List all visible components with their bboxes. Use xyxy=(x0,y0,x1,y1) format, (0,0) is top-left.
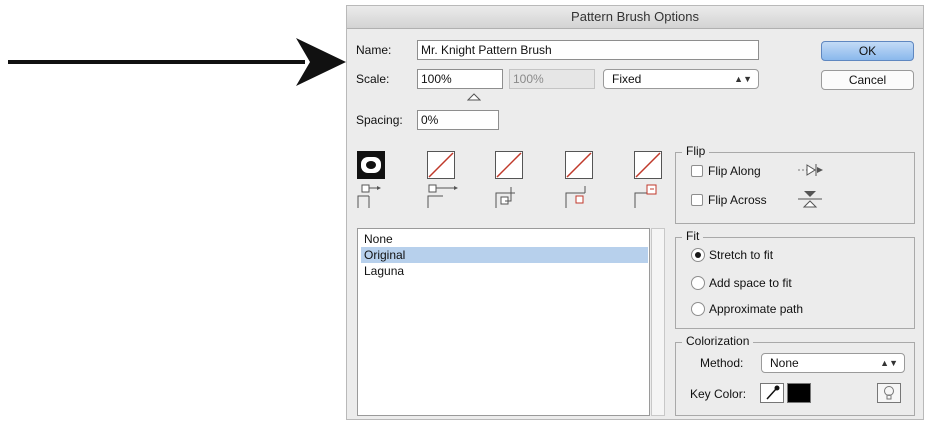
add-space-to-fit-label: Add space to fit xyxy=(709,276,792,290)
stretch-to-fit-label: Stretch to fit xyxy=(709,248,774,262)
list-item-original[interactable]: Original xyxy=(361,247,648,263)
window-title: Pattern Brush Options xyxy=(347,6,923,29)
side-tile-icon xyxy=(357,184,381,208)
outer-corner-tile-icon xyxy=(427,184,458,208)
cancel-button[interactable]: Cancel xyxy=(821,70,914,90)
add-space-to-fit-radio[interactable] xyxy=(691,276,705,290)
list-item-none[interactable]: None xyxy=(361,231,648,247)
scale-slider-triangle-icon[interactable] xyxy=(467,92,481,102)
inner-corner-tile-icon xyxy=(495,187,515,208)
approximate-path-label: Approximate path xyxy=(709,302,804,316)
name-field[interactable]: Mr. Knight Pattern Brush xyxy=(417,40,759,60)
stretch-to-fit-radio[interactable] xyxy=(691,248,705,262)
flip-across-label: Flip Across xyxy=(708,193,767,207)
eyedropper-button[interactable] xyxy=(760,383,784,403)
name-label: Name: xyxy=(356,43,392,57)
flip-along-label: Flip Along xyxy=(708,164,761,178)
flip-across-icon xyxy=(798,191,822,208)
ok-button[interactable]: OK xyxy=(821,41,914,61)
scale-mode-select[interactable]: Fixed ▲▼ xyxy=(603,69,759,89)
scale-variation-field: 100% xyxy=(509,69,595,89)
flip-across-checkbox[interactable] xyxy=(691,194,703,206)
method-value: None xyxy=(770,356,799,370)
scale-label: Scale: xyxy=(356,72,390,86)
flip-group-title: Flip xyxy=(682,144,710,158)
end-tile-swatch[interactable] xyxy=(634,151,662,179)
flip-along-checkbox[interactable] xyxy=(691,165,703,177)
pattern-list-scrollbar[interactable] xyxy=(651,228,665,416)
side-tile-swatch[interactable] xyxy=(357,151,385,179)
start-tile-swatch[interactable] xyxy=(565,151,593,179)
pointer-arrow xyxy=(8,38,346,86)
chevron-updown-icon: ▲▼ xyxy=(880,358,898,368)
lightbulb-icon xyxy=(884,386,894,400)
start-tile-icon xyxy=(565,186,586,208)
flip-along-icon xyxy=(798,164,823,176)
outer-corner-tile-swatch[interactable] xyxy=(427,151,455,179)
method-label: Method: xyxy=(700,356,744,370)
method-select[interactable]: None ▲▼ xyxy=(761,353,905,373)
eyedropper-icon xyxy=(766,385,780,400)
inner-corner-tile-swatch[interactable] xyxy=(495,151,523,179)
end-tile-icon xyxy=(634,184,657,208)
tips-button[interactable] xyxy=(877,383,901,403)
chevron-updown-icon: ▲▼ xyxy=(734,74,752,84)
approximate-path-radio[interactable] xyxy=(691,302,705,316)
pattern-brush-options-dialog: Pattern Brush Options Name: Mr. Knight P… xyxy=(346,5,924,420)
spacing-label: Spacing: xyxy=(356,113,403,127)
fit-group-title: Fit xyxy=(682,229,704,243)
spacing-field[interactable]: 0% xyxy=(417,110,499,130)
scale-mode-value: Fixed xyxy=(612,72,642,86)
key-color-label: Key Color: xyxy=(690,387,747,401)
scale-field[interactable]: 100% xyxy=(417,69,503,89)
list-item-laguna[interactable]: Laguna xyxy=(361,263,648,279)
colorization-group-title: Colorization xyxy=(682,334,754,348)
key-color-swatch[interactable] xyxy=(787,383,811,403)
pattern-list[interactable]: None Original Laguna xyxy=(357,228,650,416)
